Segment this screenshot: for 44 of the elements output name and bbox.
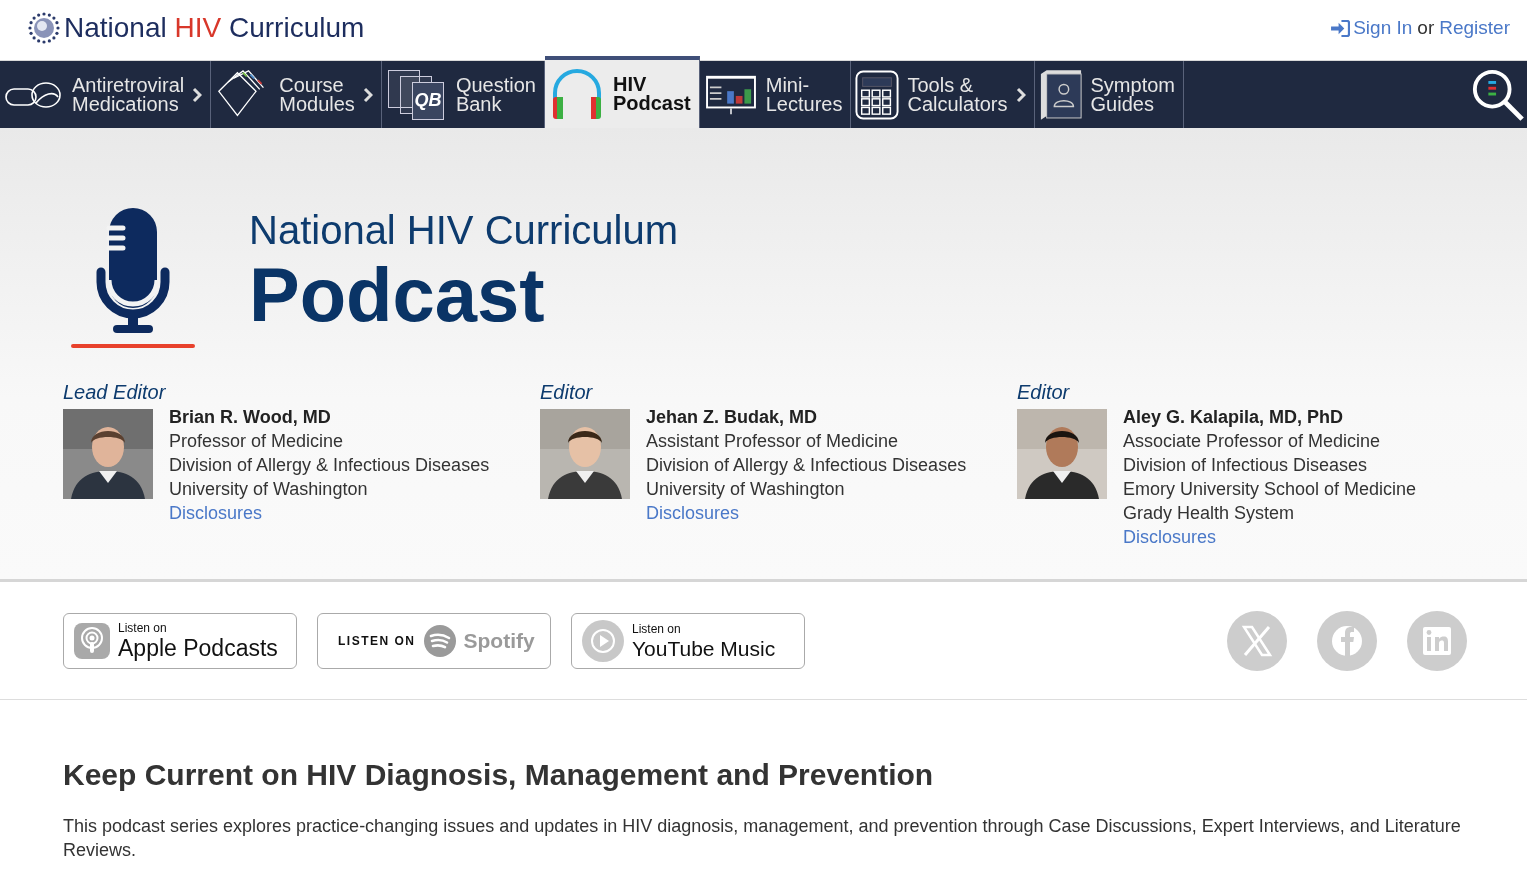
nav-tab[interactable]: Mini- Lectures	[699, 61, 852, 128]
linkedin-share-icon[interactable]	[1407, 610, 1467, 671]
editor-name: Jehan Z. Budak, MD	[646, 406, 819, 429]
listen-on-button[interactable]: Listen on Apple Podcasts	[63, 612, 297, 669]
disclosures-link[interactable]: Disclosures	[646, 501, 967, 525]
disclosures-link[interactable]: Disclosures	[169, 501, 490, 525]
editor-affiliation: Assistant Professor of Medicine	[646, 430, 900, 453]
sign-in-link[interactable]: Sign In	[1331, 17, 1413, 39]
hero-title: Podcast	[249, 253, 546, 337]
register-link[interactable]: Register	[1439, 17, 1510, 39]
listen-on-button[interactable]: LISTEN ON Spotify	[317, 612, 551, 669]
or-text: or	[1417, 17, 1435, 39]
editor-name: Brian R. Wood, MD	[169, 406, 332, 429]
editor-affiliation: Division of Infectious Diseases	[1123, 454, 1369, 477]
sign-in-icon	[1331, 19, 1351, 37]
editor-affiliation: Professor of Medicine	[169, 430, 345, 453]
nav-tab[interactable]: Symptom Guides	[1034, 61, 1184, 128]
editor-affiliation: Emory University School of Medicine	[1123, 478, 1417, 501]
virus-logo-icon	[28, 12, 60, 44]
editor-affiliation: Associate Professor of Medicine	[1123, 430, 1382, 453]
nav-tab[interactable]: HIV Podcast	[544, 56, 700, 128]
intro-paragraph: This podcast series explores practice-changing issues and updates in HIV diagnosis, management, and prevention through Case Discussions, Expert Interviews, and Literature Reviews.	[63, 815, 1462, 862]
calculator-icon	[855, 69, 900, 120]
editor-role: Lead Editor	[63, 381, 167, 404]
editor-affiliation: Grady Health System	[1123, 502, 1296, 525]
editor-affiliation: University of Washington	[646, 478, 846, 501]
editor-name: Aley G. Kalapila, MD, PhD	[1123, 406, 1345, 429]
microphone-icon	[71, 206, 195, 348]
x-share-icon[interactable]	[1227, 610, 1287, 671]
editor-affiliation: Division of Allergy & Infectious Diseases	[646, 454, 967, 477]
editor-affiliation: University of Washington	[169, 478, 369, 501]
person-book-icon	[1038, 67, 1083, 122]
section-heading: Keep Current on HIV Diagnosis, Management and Prevention	[63, 758, 935, 792]
disclosures-link[interactable]: Disclosures	[1123, 525, 1417, 549]
editor-role: Editor	[540, 381, 594, 404]
spotify-logo-icon	[423, 624, 456, 657]
editor-role: Editor	[1017, 381, 1071, 404]
hero-subtitle: National HIV Curriculum	[249, 208, 679, 253]
editor-affiliation: Division of Allergy & Infectious Diseases	[169, 454, 490, 477]
podcast-app-icon	[74, 622, 110, 659]
facebook-share-icon[interactable]	[1317, 610, 1377, 671]
site-logo[interactable]: National HIV Curriculum	[28, 12, 365, 44]
play-circle-icon	[582, 619, 624, 662]
listen-on-button[interactable]: Listen on YouTube Music	[571, 612, 805, 669]
